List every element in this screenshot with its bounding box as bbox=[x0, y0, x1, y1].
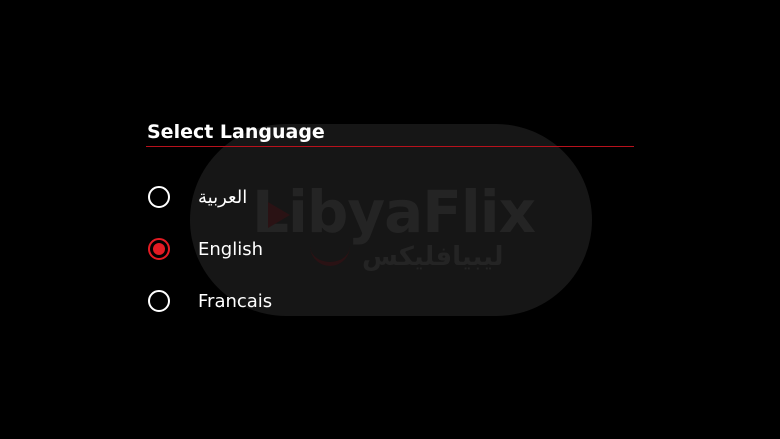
title-divider bbox=[146, 146, 634, 147]
dialog-title: Select Language bbox=[147, 121, 325, 143]
language-options-list: العربية English Francais bbox=[146, 171, 634, 327]
language-option-label: العربية bbox=[198, 186, 248, 208]
language-option-arabic[interactable]: العربية bbox=[146, 171, 634, 223]
language-option-label: English bbox=[198, 238, 263, 260]
language-option-french[interactable]: Francais bbox=[146, 275, 634, 327]
radio-button-selected-icon[interactable] bbox=[148, 238, 170, 260]
language-selector-dialog: Select Language العربية English Francais bbox=[146, 120, 634, 327]
radio-button-icon[interactable] bbox=[148, 186, 170, 208]
language-option-english[interactable]: English bbox=[146, 223, 634, 275]
language-option-label: Francais bbox=[198, 290, 273, 312]
radio-button-icon[interactable] bbox=[148, 290, 170, 312]
